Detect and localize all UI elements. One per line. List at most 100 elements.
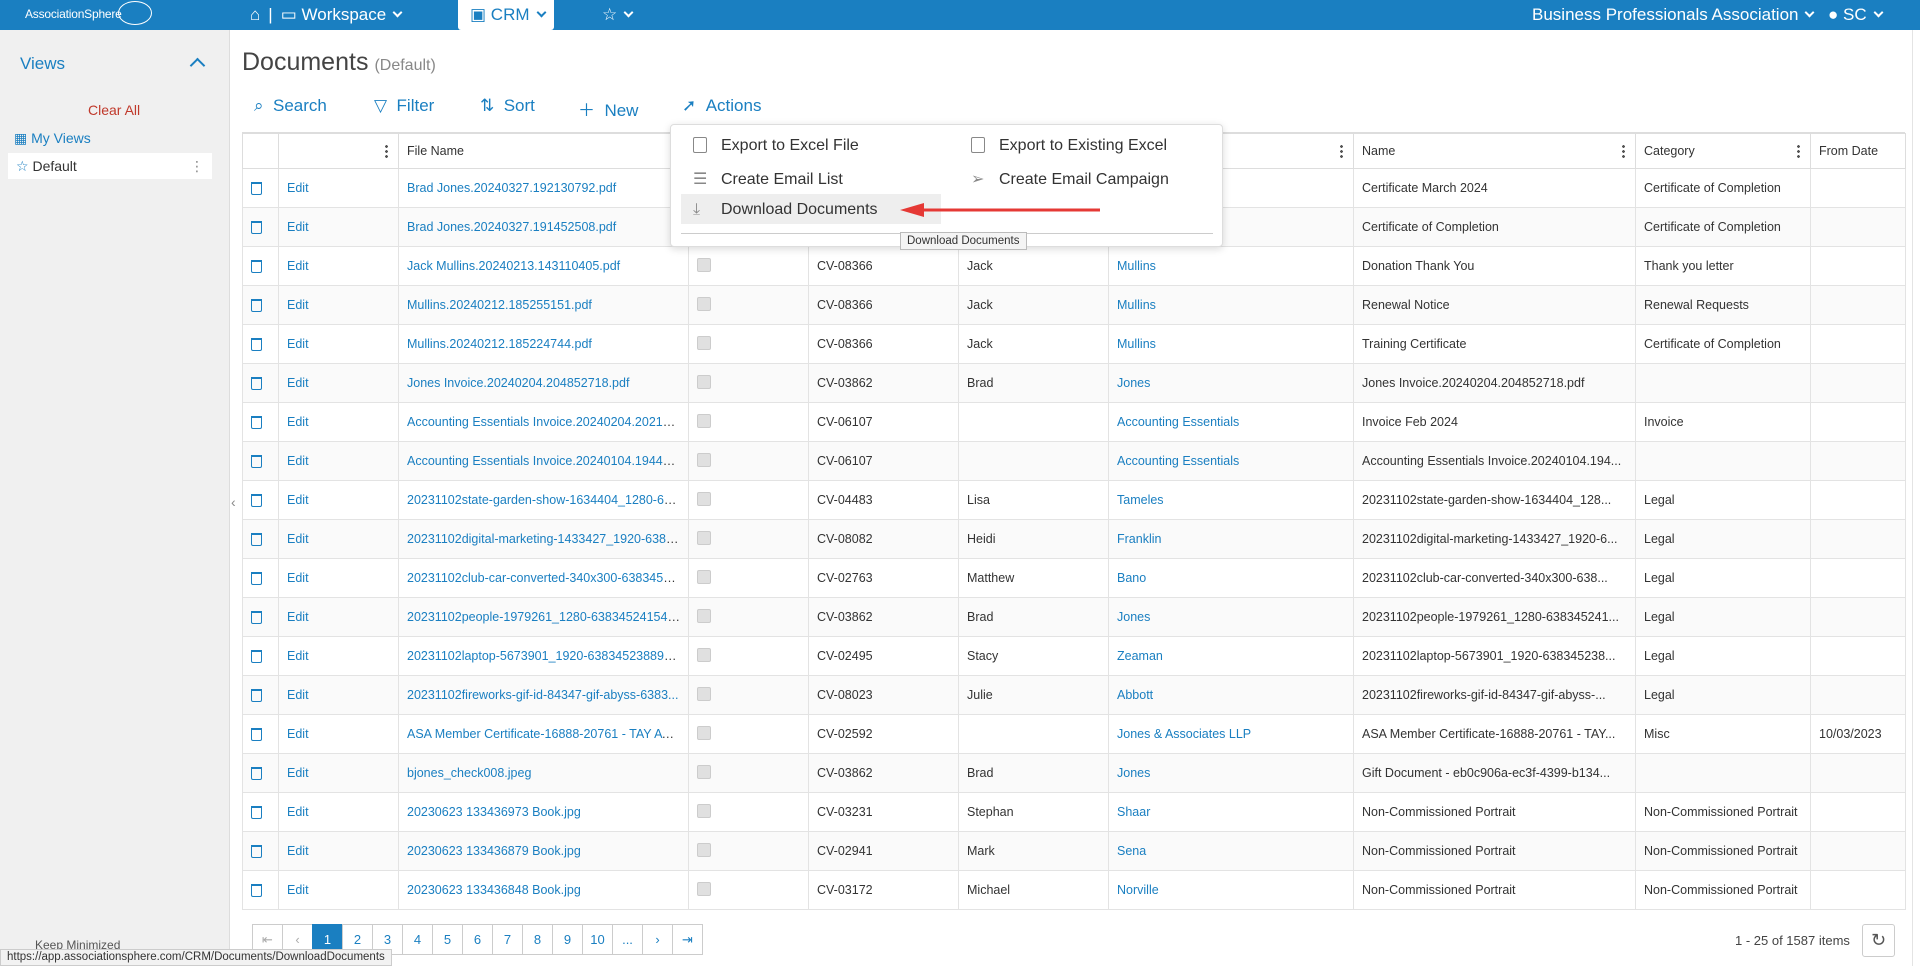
file-name-cell[interactable]: Accounting Essentials Invoice.20240204.2… <box>398 402 689 442</box>
checkbox-cell[interactable] <box>688 285 809 325</box>
file-name-cell[interactable]: 20231102people-1979261_1280-638345241547… <box>398 597 689 637</box>
delete-cell[interactable] <box>242 207 279 247</box>
file-name-link[interactable]: 20230623 133436848 Book.jpg <box>407 883 581 897</box>
table-row[interactable]: Edit bjones_check008.jpeg CV-03862 Brad Jone… <box>242 753 1906 793</box>
edit-cell[interactable]: Edit <box>278 441 399 481</box>
page-button[interactable]: 7 <box>492 924 523 955</box>
table-row[interactable]: Edit 20231102people-1979261_1280-63834524… <box>242 597 1906 637</box>
edit-cell[interactable]: Edit <box>278 831 399 871</box>
delete-cell[interactable] <box>242 597 279 637</box>
row-checkbox[interactable] <box>697 569 711 584</box>
table-row[interactable]: Edit 20230623 133436848 Book.jpg CV-03172 M… <box>242 870 1906 910</box>
trash-icon[interactable] <box>251 416 262 429</box>
trash-icon[interactable] <box>251 767 262 780</box>
delete-cell[interactable] <box>242 168 279 208</box>
row-checkbox[interactable] <box>697 608 711 623</box>
last-name-cell[interactable]: Mullins <box>1108 246 1354 286</box>
row-checkbox[interactable] <box>697 725 711 740</box>
row-checkbox[interactable] <box>697 374 711 389</box>
trash-icon[interactable] <box>251 728 262 741</box>
delete-cell[interactable] <box>242 714 279 754</box>
file-name-link[interactable]: 20231102fireworks-gif-id-84347-gif-abyss… <box>407 688 678 702</box>
row-checkbox[interactable] <box>697 257 711 272</box>
kebab-icon[interactable]: ⋮ <box>190 158 204 175</box>
user-menu[interactable]: ● SC <box>1828 0 1884 30</box>
row-checkbox[interactable] <box>697 491 711 506</box>
clear-all-link[interactable]: Clear All <box>88 102 140 118</box>
checkbox-cell[interactable] <box>688 363 809 403</box>
delete-cell[interactable] <box>242 285 279 325</box>
checkbox-cell[interactable] <box>688 792 809 832</box>
menu-item-create-email-campaign[interactable]: ➢ Create Email Campaign <box>971 169 1169 189</box>
last-name-cell[interactable]: Tameles <box>1108 480 1354 520</box>
table-row[interactable]: Edit 20231102state-garden-show-1634404_12… <box>242 480 1906 520</box>
last-name-link[interactable]: Mullins <box>1117 298 1156 312</box>
edit-cell[interactable]: Edit <box>278 636 399 676</box>
delete-cell[interactable] <box>242 324 279 364</box>
edit-cell[interactable]: Edit <box>278 675 399 715</box>
page-button[interactable]: 6 <box>462 924 493 955</box>
home-nav[interactable]: ⌂ | ▭ Workspace <box>250 0 403 30</box>
file-name-cell[interactable]: bjones_check008.jpeg <box>398 753 689 793</box>
table-row[interactable]: Edit 20230623 133436879 Book.jpg CV-02941 M… <box>242 831 1906 871</box>
trash-icon[interactable] <box>251 260 262 273</box>
last-name-link[interactable]: Jones <box>1117 376 1150 390</box>
last-name-link[interactable]: Sena <box>1117 844 1146 858</box>
file-name-link[interactable]: Accounting Essentials Invoice.20240204.2… <box>407 415 687 429</box>
checkbox-cell[interactable] <box>688 870 809 910</box>
last-name-cell[interactable]: Mullins <box>1108 285 1354 325</box>
last-name-cell[interactable]: Jones & Associates LLP <box>1108 714 1354 754</box>
trash-icon[interactable] <box>251 221 262 234</box>
org-switcher[interactable]: Business Professionals Association <box>1532 0 1815 30</box>
file-name-cell[interactable]: 20231102digital-marketing-1433427_1920-6… <box>398 519 689 559</box>
file-name-link[interactable]: Brad Jones.20240327.192130792.pdf <box>407 181 616 195</box>
edit-cell[interactable]: Edit <box>278 402 399 442</box>
file-name-cell[interactable]: Mullins.20240212.185224744.pdf <box>398 324 689 364</box>
kebab-icon[interactable] <box>1622 144 1625 158</box>
trash-icon[interactable] <box>251 845 262 858</box>
delete-cell[interactable] <box>242 831 279 871</box>
edit-cell[interactable]: Edit <box>278 519 399 559</box>
trash-icon[interactable] <box>251 299 262 312</box>
kebab-icon[interactable] <box>385 144 388 158</box>
checkbox-cell[interactable] <box>688 246 809 286</box>
menu-item-download-documents[interactable]: ⤓ Download Documents <box>693 201 878 219</box>
file-name-cell[interactable]: Jack Mullins.20240213.143110405.pdf <box>398 246 689 286</box>
kebab-icon[interactable] <box>1797 144 1800 158</box>
file-name-link[interactable]: 20231102club-car-converted-340x300-63834… <box>407 571 681 585</box>
filter-button[interactable]: ▽ Filter <box>374 96 434 116</box>
sidebar-collapse-icon[interactable]: ‹ <box>231 494 236 510</box>
row-checkbox[interactable] <box>697 413 711 428</box>
table-row[interactable]: Edit 20231102laptop-5673901_1920-63834523… <box>242 636 1906 676</box>
kebab-icon[interactable] <box>1340 144 1343 158</box>
delete-cell[interactable] <box>242 519 279 559</box>
edit-link[interactable]: Edit <box>287 259 309 273</box>
row-checkbox[interactable] <box>697 764 711 779</box>
file-name-cell[interactable]: 20230623 133436973 Book.jpg <box>398 792 689 832</box>
last-name-cell[interactable]: Jones <box>1108 753 1354 793</box>
edit-link[interactable]: Edit <box>287 571 309 585</box>
trash-icon[interactable] <box>251 494 262 507</box>
trash-icon[interactable] <box>251 806 262 819</box>
last-page-icon[interactable]: ⇥ <box>672 924 703 955</box>
last-name-link[interactable]: Jones <box>1117 610 1150 624</box>
table-row[interactable]: Edit Accounting Essentials Invoice.202402… <box>242 402 1906 442</box>
last-name-link[interactable]: Tameles <box>1117 493 1164 507</box>
last-name-cell[interactable]: Bano <box>1108 558 1354 598</box>
checkbox-cell[interactable] <box>688 636 809 676</box>
edit-cell[interactable]: Edit <box>278 480 399 520</box>
file-name-link[interactable]: Brad Jones.20240327.191452508.pdf <box>407 220 616 234</box>
last-name-cell[interactable]: Jones <box>1108 597 1354 637</box>
checkbox-cell[interactable] <box>688 675 809 715</box>
last-name-cell[interactable]: Accounting Essentials <box>1108 402 1354 442</box>
file-name-link[interactable]: Mullins.20240212.185255151.pdf <box>407 298 592 312</box>
crm-nav[interactable]: ▣ CRM <box>470 0 546 30</box>
edit-cell[interactable]: Edit <box>278 363 399 403</box>
edit-link[interactable]: Edit <box>287 337 309 351</box>
page-button[interactable]: 5 <box>432 924 463 955</box>
file-name-cell[interactable]: Mullins.20240212.185255151.pdf <box>398 285 689 325</box>
edit-cell[interactable]: Edit <box>278 168 399 208</box>
edit-link[interactable]: Edit <box>287 415 309 429</box>
file-name-link[interactable]: Jones Invoice.20240204.204852718.pdf <box>407 376 629 390</box>
edit-cell[interactable]: Edit <box>278 870 399 910</box>
